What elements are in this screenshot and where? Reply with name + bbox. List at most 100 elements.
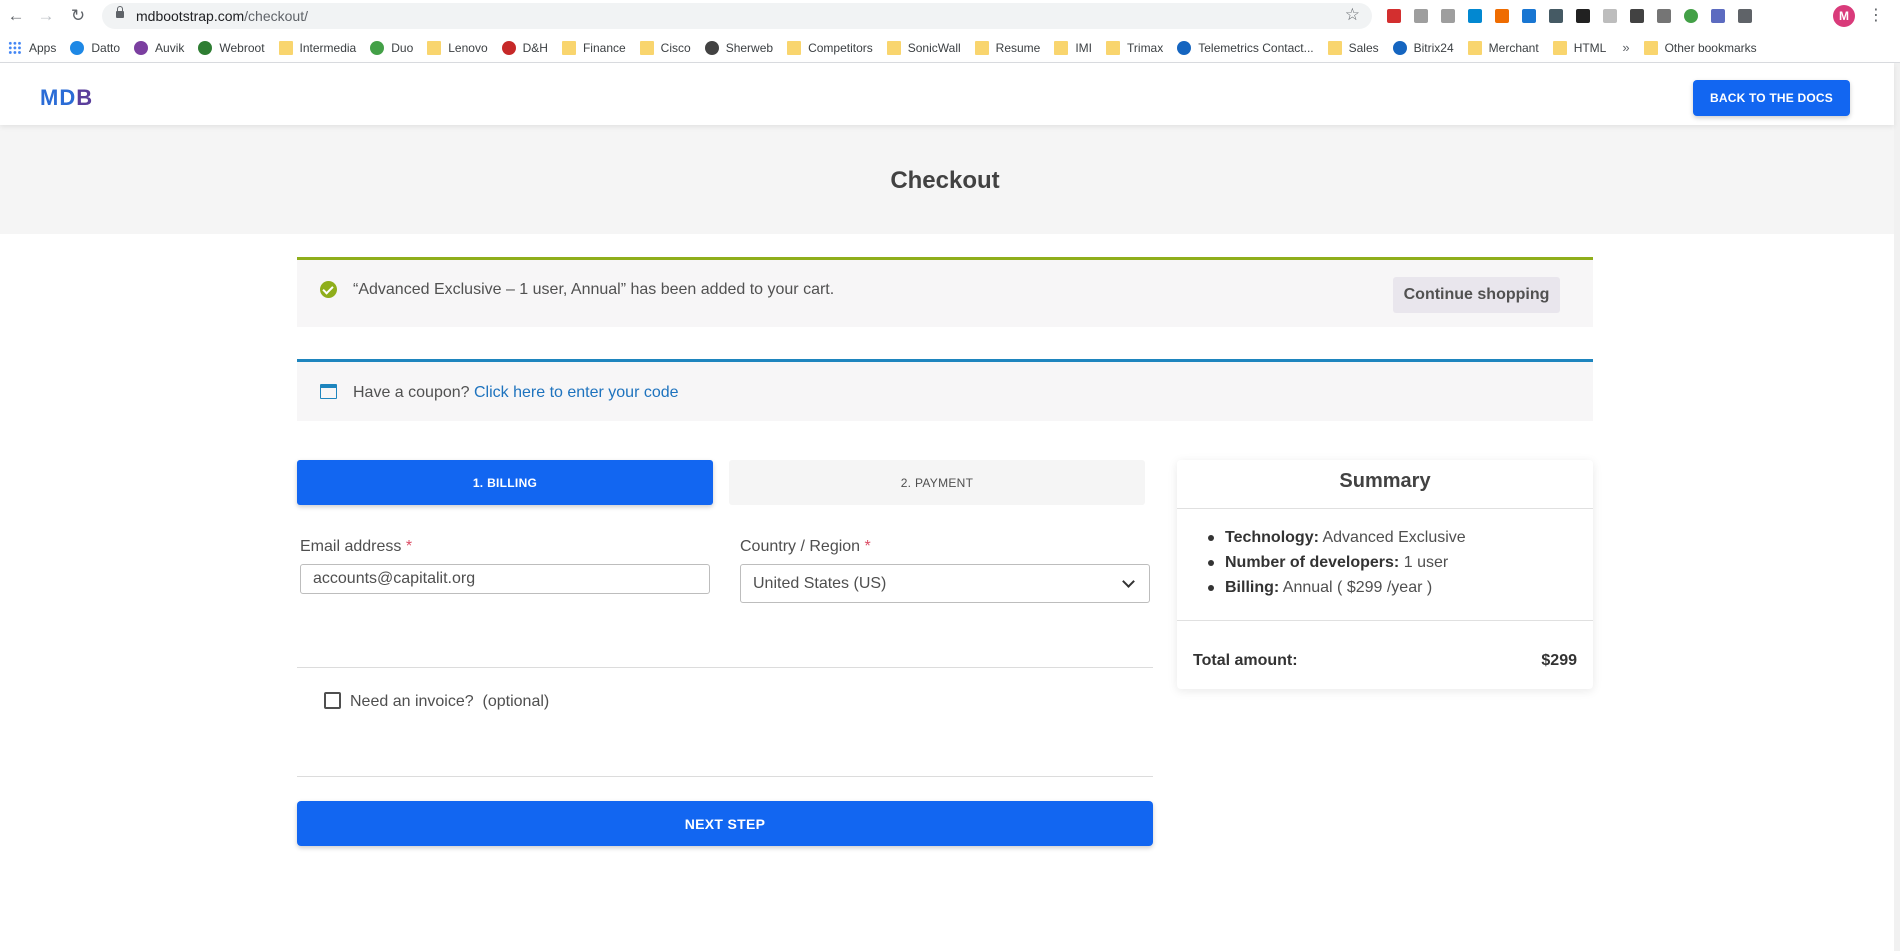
bookmark-item[interactable]: SonicWall [886,40,961,55]
extension-icon[interactable] [1544,5,1567,27]
bookmark-item[interactable]: Datto [70,40,121,55]
bookmark-label: Datto [91,40,121,55]
bookmark-item[interactable]: IMI [1054,40,1092,55]
extensions-area [1382,5,1756,27]
bookmark-item[interactable]: Lenovo [427,40,488,55]
extension-icon[interactable] [1598,5,1621,27]
extension-icon[interactable] [1706,5,1729,27]
bookmark-item[interactable]: Duo [370,40,413,55]
bookmark-item[interactable]: Intermedia [278,40,357,55]
folder-icon [427,40,442,55]
summary-item: Number of developers: 1 user [1201,553,1466,578]
bookmark-label: SonicWall [907,40,961,55]
apps-grid-icon [8,40,22,55]
page-scrollbar[interactable] [1894,63,1900,951]
extension-icon[interactable] [1436,5,1459,27]
invoice-checkbox[interactable] [324,692,341,709]
extension-icon[interactable] [1517,5,1540,27]
bookmark-label: Lenovo [448,40,488,55]
bookmark-label: Apps [29,40,57,55]
duo-icon [370,40,385,55]
extension-icon[interactable] [1463,5,1486,27]
bookmark-item[interactable]: Cisco [639,40,691,55]
back-to-docs-button[interactable]: BACK TO THE DOCS [1693,80,1850,116]
continue-shopping-button[interactable]: Continue shopping [1393,277,1560,313]
extension-icon[interactable] [1409,5,1432,27]
extension-icon[interactable] [1571,5,1594,27]
mdb-logo[interactable]: MDB [40,85,93,111]
tab-billing[interactable]: 1. BILLING [297,460,713,505]
bookmark-item[interactable]: Resume [974,40,1041,55]
bookmark-label: Sales [1348,40,1379,55]
bookmark-item[interactable]: HTML [1552,40,1607,55]
bookmark-label: Resume [995,40,1041,55]
summary-title: Summary [1339,470,1431,492]
bookmark-item[interactable]: Sherweb [704,40,774,55]
country-label: Country / Region * [740,538,871,555]
bookmark-item[interactable]: Merchant [1467,40,1539,55]
reload-icon[interactable]: ↻ [66,4,90,28]
bookmark-item[interactable]: Sales [1327,40,1379,55]
email-input[interactable] [300,564,710,594]
country-selected-value: United States (US) [753,575,887,592]
extension-icon[interactable] [1679,5,1702,27]
folder-icon [639,40,654,55]
extension-icon[interactable] [1382,5,1405,27]
more-bookmarks-chevron[interactable]: » [1622,40,1629,55]
lock-icon [116,6,124,18]
bookmark-item[interactable]: Bitrix24 [1392,40,1454,55]
back-arrow-icon[interactable]: ← [4,4,28,28]
summary-item: Billing: Annual ( $299 /year ) [1201,578,1466,603]
bookmark-star-icon[interactable]: ☆ [1345,5,1360,25]
folder-icon [1054,40,1069,55]
folder-icon [974,40,989,55]
bookmarks-bar: Apps Datto Auvik Webroot Intermedia Duo Lenovo… [0,33,1900,63]
folder-icon [1643,40,1658,55]
bookmark-label: Sherweb [725,40,774,55]
bookmark-item[interactable]: Webroot [198,40,265,55]
summary-item: Technology: Advanced Exclusive [1201,528,1466,553]
divider [1177,620,1593,621]
puzzle-icon[interactable] [1733,5,1756,27]
bookmark-item[interactable]: D&H [501,40,548,55]
bookmark-item[interactable]: Competitors [787,40,873,55]
bookmark-label: Telemetrics Contact... [1198,40,1314,55]
bookmark-label: HTML [1573,40,1607,55]
extension-icon[interactable] [1652,5,1675,27]
bookmark-label: Webroot [219,40,265,55]
bookmark-item[interactable]: Telemetrics Contact... [1177,40,1314,55]
bookmark-item[interactable]: Auvik [134,40,184,55]
divider [1177,508,1593,509]
next-step-button[interactable]: NEXT STEP [297,801,1153,846]
sherweb-icon [704,40,719,55]
telemetrics-icon [1177,40,1192,55]
browser-toolbar: ← → ↻ mdbootstrap.com/checkout/ ☆ M ⋮ [0,0,1900,32]
bookmark-item[interactable]: Apps [8,40,57,55]
enter-coupon-link[interactable]: Click here to enter your code [474,384,679,401]
forward-arrow-icon[interactable]: → [34,4,58,28]
country-select[interactable]: United States (US) [740,564,1150,603]
bookmark-label: Intermedia [299,40,357,55]
address-bar[interactable]: mdbootstrap.com/checkout/ ☆ [102,3,1372,29]
bookmark-label: D&H [522,40,548,55]
bookmark-label: Cisco [660,40,691,55]
folder-icon [1552,40,1567,55]
dh-icon [501,40,516,55]
total-value: $299 [1541,652,1577,669]
bookmark-label: Competitors [808,40,873,55]
total-label: Total amount: [1193,652,1298,669]
more-vert-icon[interactable]: ⋮ [1866,4,1886,28]
bookmark-item[interactable]: Trimax [1106,40,1163,55]
tab-payment[interactable]: 2. PAYMENT [729,460,1145,505]
bookmark-label: Bitrix24 [1413,40,1454,55]
email-label: Email address * [300,538,413,555]
folder-icon [787,40,802,55]
chevron-down-icon [1122,575,1135,588]
profile-avatar[interactable]: M [1833,5,1855,27]
extension-icon[interactable] [1490,5,1513,27]
bookmark-item[interactable]: Finance [561,40,626,55]
extension-icon[interactable] [1625,5,1648,27]
invoice-label[interactable]: Need an invoice? (optional) [350,693,549,711]
other-bookmarks[interactable]: Other bookmarks [1643,40,1757,55]
divider [297,776,1153,777]
